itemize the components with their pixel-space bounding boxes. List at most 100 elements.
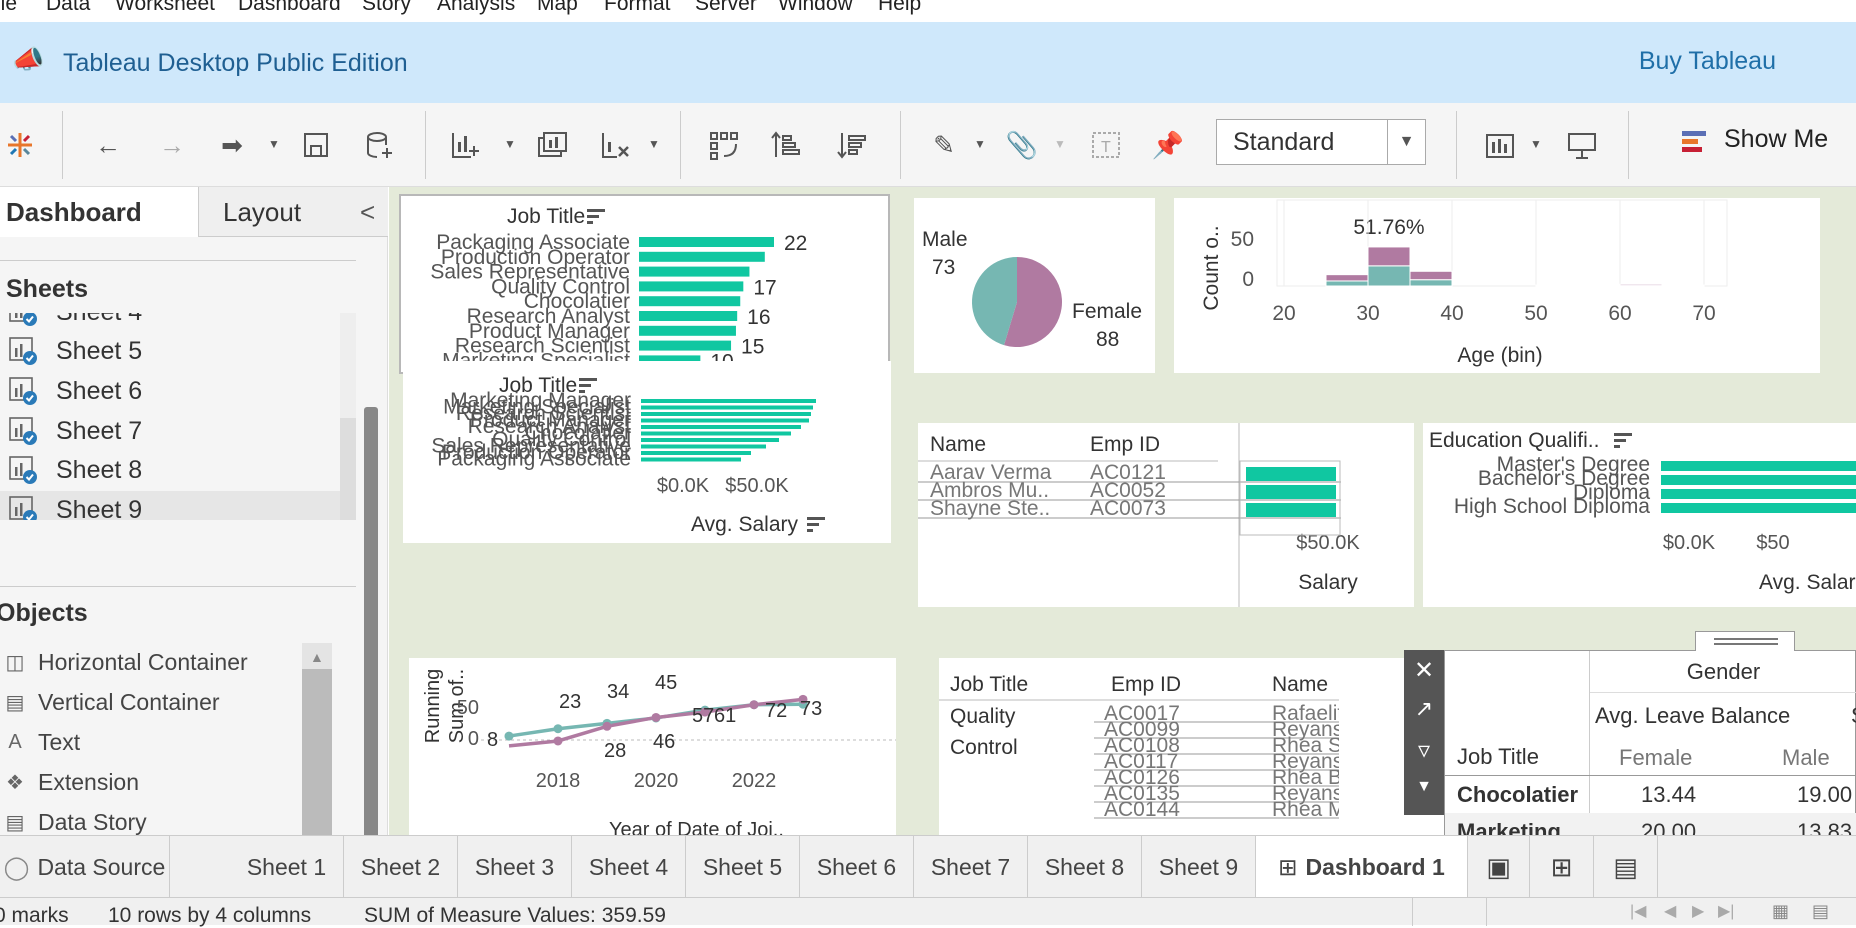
fix-axes-icon[interactable]: 📌 — [1148, 125, 1188, 165]
salary-category-label: Packaging Associate — [437, 448, 631, 471]
replay-dropdown-icon[interactable]: ▼ — [268, 137, 280, 151]
view-size-select[interactable]: Standard▼ — [1216, 119, 1426, 165]
menu-format[interactable]: Format — [604, 0, 671, 16]
swap-icon[interactable] — [704, 125, 744, 165]
job-title-count-panel[interactable]: Job Title Packaging Associate22Productio… — [399, 194, 890, 374]
menu-dashboard[interactable]: Dashboard — [238, 0, 341, 16]
age-histogram-panel[interactable]: Count o.. 50 0 51.76% Age (bin) 20304050… — [1174, 198, 1820, 373]
move-handle[interactable] — [1695, 631, 1795, 651]
highlight-dropdown-icon[interactable]: ▼ — [974, 137, 986, 151]
new-sheet-dropdown-icon[interactable]: ▼ — [504, 137, 516, 151]
buy-tableau-link[interactable]: Buy Tableau — [1639, 47, 1776, 76]
sort-icon[interactable] — [587, 209, 605, 224]
tab-sheet-2[interactable]: Sheet 2 — [344, 836, 458, 898]
show-cards-icon[interactable] — [1480, 125, 1520, 165]
clear-sheet-icon[interactable] — [596, 125, 636, 165]
salary-bar — [641, 432, 791, 436]
new-worksheet-tab-icon[interactable]: ▣ — [1468, 836, 1530, 898]
show-mark-labels-icon[interactable]: T — [1086, 125, 1126, 165]
cards-dropdown-icon[interactable]: ▼ — [1530, 137, 1542, 151]
gender-pie-panel[interactable]: Male 73 Female 88 — [914, 198, 1155, 373]
new-datasource-icon[interactable] — [360, 125, 400, 165]
job-title-bar-chart: Job Title Packaging Associate22Productio… — [401, 196, 888, 372]
redo-icon[interactable]: → — [152, 125, 192, 165]
prev-page-icon[interactable]: ◀ — [1664, 901, 1676, 921]
education-salary-panel[interactable]: Education Qualifi.. $0.0K $50 Avg. Salar… — [1423, 423, 1856, 607]
hist-ytick: 0 — [1242, 268, 1254, 291]
menu-window[interactable]: Window — [778, 0, 853, 16]
sheet-item[interactable]: Sheet 4 — [8, 313, 142, 331]
go-to-sheet-icon[interactable]: ↗ — [1404, 696, 1444, 722]
more-options-icon[interactable]: ▼ — [1404, 778, 1444, 796]
tab-dashboard[interactable]: Dashboard — [0, 187, 198, 237]
object-text[interactable]: AText — [0, 729, 80, 756]
sheet-tab-strip: ◯Data Source Sheet 1 Sheet 2 Sheet 3 She… — [0, 835, 1856, 897]
tableau-logo-icon[interactable] — [0, 125, 40, 165]
save-icon[interactable] — [296, 125, 336, 165]
clear-dropdown-icon[interactable]: ▼ — [648, 137, 660, 151]
collapse-sidebar-icon[interactable]: < — [360, 197, 375, 228]
new-dashboard-tab-icon[interactable]: ⊞ — [1530, 836, 1594, 898]
object-data-story[interactable]: ▤Data Story — [0, 809, 147, 835]
tab-sheet-9[interactable]: Sheet 9 — [1142, 836, 1256, 898]
tab-data-source[interactable]: ◯Data Source — [0, 836, 170, 898]
data-label: 57 — [692, 705, 714, 727]
tab-sheet-1[interactable]: Sheet 1 — [230, 836, 344, 898]
object-extension[interactable]: ❖Extension — [0, 769, 139, 796]
sheet-item[interactable]: Sheet 9 — [0, 491, 340, 520]
show-me-button[interactable]: Show Me — [1724, 125, 1828, 154]
last-page-icon[interactable]: ▶| — [1718, 901, 1734, 921]
tab-sheet-8[interactable]: Sheet 8 — [1028, 836, 1142, 898]
menu-analysis[interactable]: Analysis — [437, 0, 515, 16]
filter-icon[interactable]: ▿ — [1404, 736, 1444, 765]
sort-descending-icon[interactable] — [832, 125, 872, 165]
film-strip-icon[interactable]: ▤ — [1812, 901, 1829, 922]
objects-scrollbar[interactable]: ▲ — [302, 643, 332, 835]
sheet-item[interactable]: Sheet 8 — [8, 451, 142, 489]
menu-worksheet[interactable]: Worksheet — [115, 0, 215, 16]
grid-view-icon[interactable]: ▦ — [1772, 901, 1789, 922]
sort-ascending-icon[interactable] — [766, 125, 806, 165]
close-icon[interactable]: ✕ — [1404, 656, 1444, 685]
menu-data[interactable]: Data — [46, 0, 90, 16]
next-page-icon[interactable]: ▶ — [1692, 901, 1704, 921]
tab-sheet-3[interactable]: Sheet 3 — [458, 836, 572, 898]
tab-sheet-7[interactable]: Sheet 7 — [914, 836, 1028, 898]
sort-icon[interactable] — [807, 517, 825, 532]
sheet-item[interactable]: Sheet 5 — [8, 332, 142, 370]
menu-help[interactable]: Help — [878, 0, 921, 16]
sort-icon[interactable] — [1614, 433, 1632, 448]
tab-dashboard-1[interactable]: ⊞Dashboard 1 — [1256, 836, 1468, 898]
group-dropdown-icon[interactable]: ▼ — [1054, 137, 1066, 151]
hist-bar-male — [1368, 266, 1410, 286]
new-story-tab-icon[interactable]: ▤ — [1594, 836, 1658, 898]
tab-sheet-5[interactable]: Sheet 5 — [686, 836, 800, 898]
menu-map[interactable]: Map — [537, 0, 578, 16]
tab-sheet-6[interactable]: Sheet 6 — [800, 836, 914, 898]
sheet-item[interactable]: Sheet 6 — [8, 372, 142, 410]
menu-file[interactable]: ile — [0, 0, 17, 16]
first-page-icon[interactable]: |◀ — [1630, 901, 1646, 921]
sheet-item[interactable]: Sheet 7 — [8, 412, 142, 450]
job-bar — [639, 252, 765, 262]
employee-salary-panel[interactable]: Name Emp ID $50.0K Salary Aarav VermaAC0… — [918, 423, 1414, 607]
sheets-scrollbar[interactable] — [340, 313, 356, 520]
chevron-down-icon[interactable]: ▼ — [1387, 120, 1425, 164]
presentation-mode-icon[interactable] — [1562, 125, 1602, 165]
sidebar-scrollbar[interactable] — [364, 407, 378, 847]
tab-sheet-4[interactable]: Sheet 4 — [572, 836, 686, 898]
running-sum-panel[interactable]: Running Sum of.. 50 0 Year of Date of Jo… — [409, 658, 896, 835]
menu-server[interactable]: Server — [695, 0, 757, 16]
menu-story[interactable]: Story — [362, 0, 411, 16]
duplicate-icon[interactable] — [532, 125, 572, 165]
scroll-up-icon[interactable]: ▲ — [310, 649, 324, 665]
salary-by-job-panel[interactable]: Job Title $0.0K $50.0K Avg. Salary Marke… — [403, 361, 891, 543]
leave-balance-panel[interactable]: Gender Avg. Leave Balance S Female Male … — [1444, 650, 1856, 835]
group-members-icon[interactable]: 📎 — [1002, 125, 1042, 165]
replay-icon[interactable]: ➡ — [212, 125, 252, 165]
object-vertical-container[interactable]: ▤Vertical Container — [0, 689, 220, 716]
undo-icon[interactable]: ← — [88, 125, 128, 165]
highlight-icon[interactable]: ✎ — [924, 125, 964, 165]
new-worksheet-icon[interactable] — [446, 125, 486, 165]
object-horizontal-container[interactable]: ◫Horizontal Container — [0, 649, 248, 676]
